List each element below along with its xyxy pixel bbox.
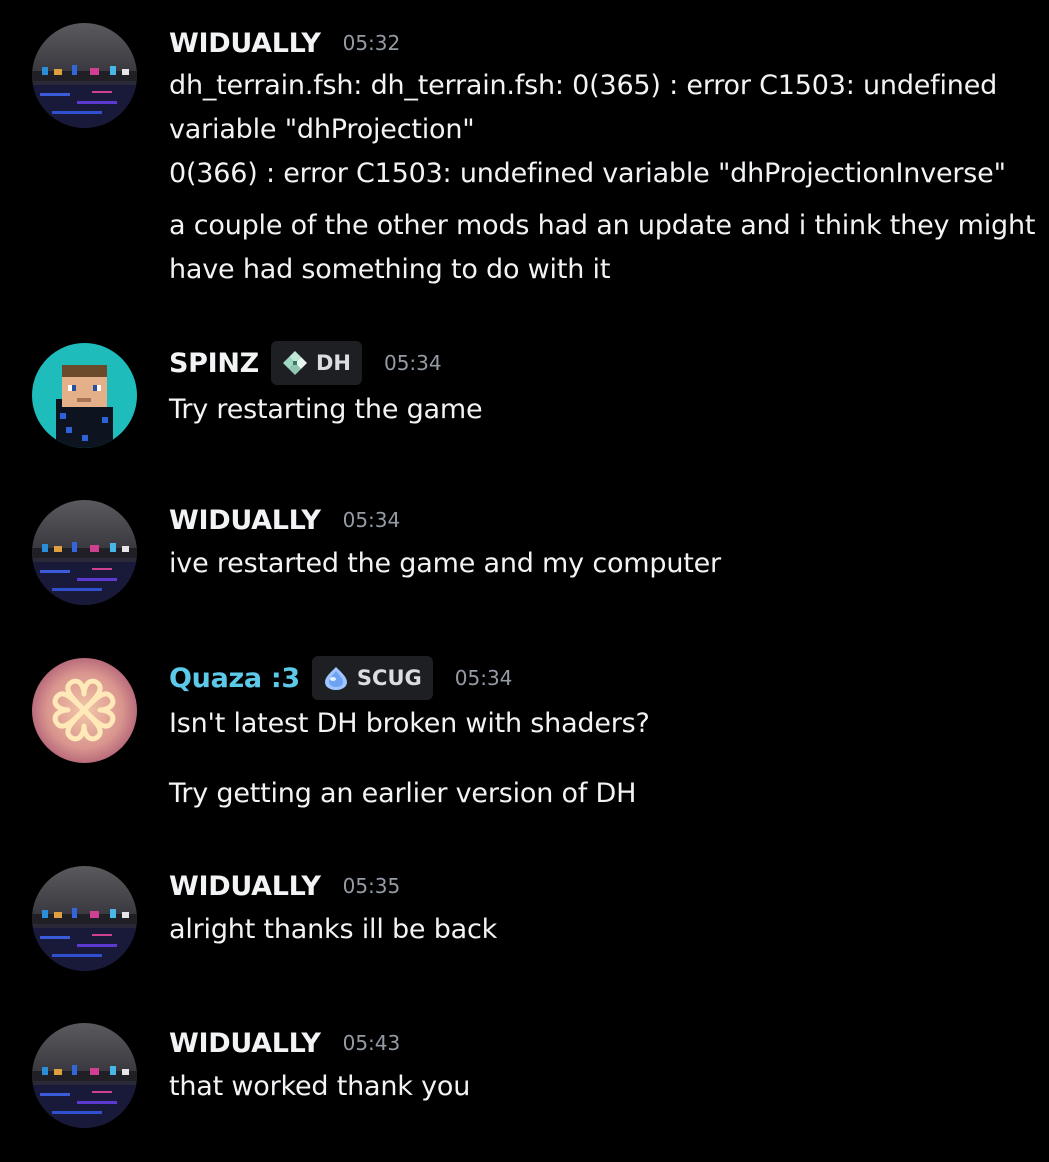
message-text: have had something to do with it (169, 254, 611, 285)
minecraft-skin-avatar-icon (32, 343, 137, 448)
avatar[interactable] (32, 866, 137, 971)
timestamp[interactable]: 05:34 (455, 666, 513, 690)
message-text: Isn't latest DH broken with shaders? (169, 708, 650, 739)
username[interactable]: WIDUALLY (169, 28, 321, 59)
timestamp[interactable]: 05:34 (343, 508, 401, 532)
message-text: that worked thank you (169, 1071, 471, 1102)
role-badge[interactable]: SCUG (311, 656, 433, 700)
role-badge[interactable]: DH (270, 341, 362, 385)
username[interactable]: WIDUALLY (169, 871, 321, 902)
city-night-avatar-icon (32, 866, 137, 971)
message-header: WIDUALLY 05:35 (169, 866, 400, 906)
message-text: Try getting an earlier version of DH (169, 778, 637, 809)
timestamp[interactable]: 05:35 (343, 874, 401, 898)
avatar[interactable] (32, 500, 137, 605)
city-night-avatar-icon (32, 1023, 137, 1128)
avatar[interactable] (32, 1023, 137, 1128)
message-text: a couple of the other mods had an update… (169, 210, 1036, 241)
city-night-avatar-icon (32, 500, 137, 605)
message-header: WIDUALLY 05:43 (169, 1023, 400, 1063)
username[interactable]: Quaza :3 (169, 663, 300, 694)
timestamp[interactable]: 05:32 (343, 31, 401, 55)
timestamp[interactable]: 05:34 (384, 351, 442, 375)
avatar[interactable] (32, 343, 137, 448)
message-text: ive restarted the game and my computer (169, 548, 721, 579)
diamond-shield-icon (282, 351, 307, 375)
badge-label: SCUG (356, 666, 422, 690)
city-night-avatar-icon (32, 23, 137, 128)
message-text: alright thanks ill be back (169, 914, 498, 945)
username[interactable]: WIDUALLY (169, 505, 321, 536)
message-header: WIDUALLY 05:34 (169, 500, 400, 540)
message-text: dh_terrain.fsh: dh_terrain.fsh: 0(365) :… (169, 70, 998, 101)
message-header: WIDUALLY 05:32 (169, 23, 400, 63)
badge-label: DH (315, 351, 351, 375)
neon-hearts-avatar-icon (32, 658, 137, 763)
message-text: variable "dhProjection" (169, 114, 475, 145)
blue-gem-icon (324, 667, 347, 690)
message-text: 0(366) : error C1503: undefined variable… (169, 158, 1006, 189)
message-text: Try restarting the game (169, 394, 483, 425)
avatar[interactable] (32, 658, 137, 763)
username[interactable]: WIDUALLY (169, 1028, 321, 1059)
message-header: Quaza :3 SCUG 05:34 (169, 656, 513, 700)
chat-messages: WIDUALLY 05:32 dh_terrain.fsh: dh_terrai… (0, 0, 1049, 1162)
avatar[interactable] (32, 23, 137, 128)
username[interactable]: SPINZ (169, 348, 259, 379)
message-header: SPINZ DH 05:34 (169, 341, 442, 385)
timestamp[interactable]: 05:43 (343, 1031, 401, 1055)
